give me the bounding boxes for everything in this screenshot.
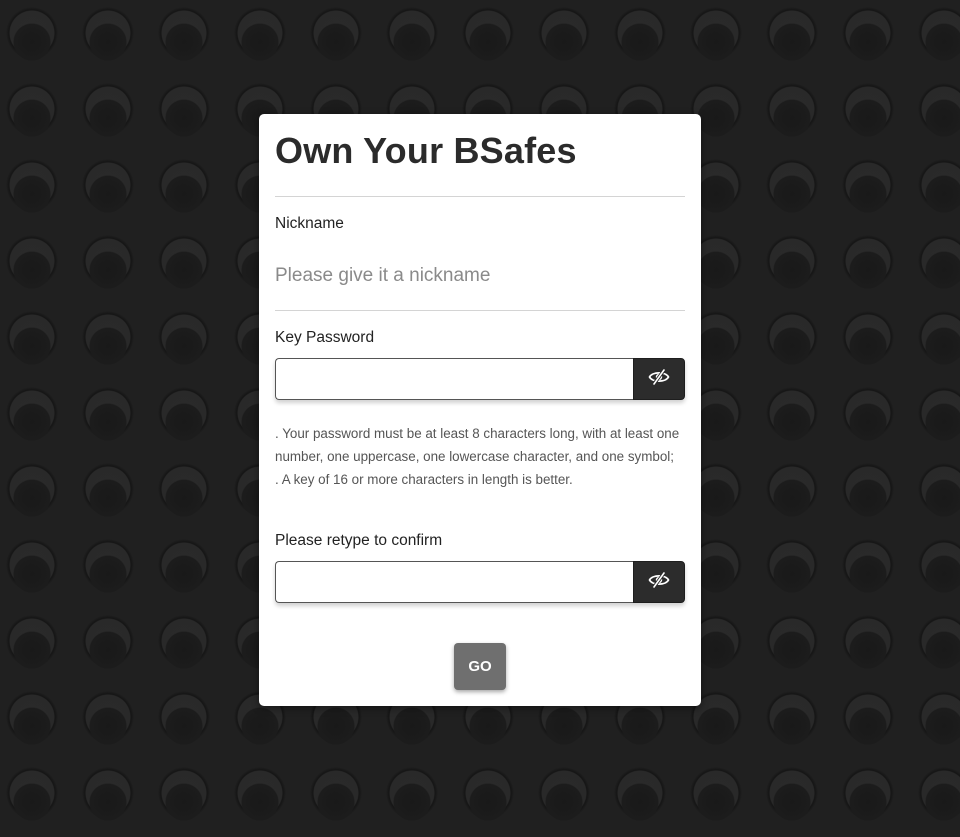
nickname-label: Nickname <box>275 215 344 232</box>
key-password-input[interactable] <box>275 358 633 400</box>
confirm-label: Please retype to confirm <box>275 532 443 549</box>
page-title: Own Your BSafes <box>275 130 577 171</box>
show-key-password-button[interactable] <box>633 358 685 400</box>
password-rule-line: . Your password must be at least 8 chara… <box>275 426 680 464</box>
confirm-password-group <box>275 561 685 603</box>
key-password-label: Key Password <box>275 329 375 346</box>
key-password-group <box>275 358 685 400</box>
password-requirements: . Your password must be at least 8 chara… <box>275 422 685 491</box>
signup-card: Own Your BSafes Nickname Key Password . … <box>259 114 701 706</box>
eye-slash-icon <box>648 368 670 390</box>
confirm-password-input[interactable] <box>275 561 633 603</box>
show-confirm-password-button[interactable] <box>633 561 685 603</box>
nickname-divider <box>275 310 685 311</box>
go-button[interactable]: GO <box>454 643 506 690</box>
title-divider <box>275 196 685 197</box>
password-tip-line: . A key of 16 or more characters in leng… <box>275 472 573 487</box>
eye-slash-icon <box>648 571 670 593</box>
nickname-input[interactable] <box>275 259 685 293</box>
